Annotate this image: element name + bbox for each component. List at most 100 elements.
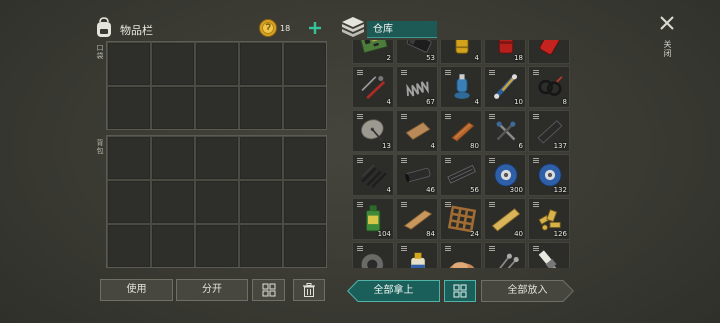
pocket-grid	[106, 41, 327, 130]
stack-icon	[401, 158, 407, 163]
pocket-slot[interactable]	[152, 87, 194, 129]
storage-item-slot[interactable]: 4	[396, 110, 438, 152]
storage-item-slot[interactable]	[528, 40, 570, 64]
stack-icon	[533, 114, 539, 119]
storage-item-slot[interactable]: 137	[528, 110, 570, 152]
pocket-slot[interactable]	[152, 43, 194, 85]
storage-item-slot[interactable]: 67	[396, 66, 438, 108]
pocket-slot[interactable]	[240, 87, 282, 129]
sort-button[interactable]	[252, 279, 285, 301]
storage-item-slot[interactable]: 4	[352, 154, 394, 196]
item-count: 84	[426, 230, 435, 238]
item-count: 104	[377, 230, 391, 238]
storage-title: 仓库	[367, 21, 437, 38]
storage-grid[interactable]: 2 53 4 18 4 67 4 10 8 13 4 80 6 137 4 46 56 300 132 104 84 24…	[350, 40, 572, 268]
item-count: 8	[562, 98, 567, 106]
pocket-slot[interactable]	[196, 87, 238, 129]
backpack-slot[interactable]	[196, 225, 238, 267]
item-count: 6	[518, 142, 523, 150]
storage-item-slot[interactable]: 2	[352, 40, 394, 64]
stack-icon	[357, 158, 363, 163]
coin-count: 18	[280, 24, 291, 33]
split-button[interactable]: 分开	[176, 279, 248, 301]
storage-item-slot[interactable]: 18	[484, 40, 526, 64]
storage-item-slot[interactable]: 10	[484, 66, 526, 108]
take-all-button[interactable]: 全部拿上	[347, 280, 440, 302]
close-label[interactable]: 关闭	[662, 40, 672, 58]
put-all-button[interactable]: 全部放入	[481, 280, 574, 302]
pocket-slot[interactable]	[108, 43, 150, 85]
close-icon[interactable]	[659, 15, 675, 31]
pocket-slot[interactable]	[284, 43, 326, 85]
backpack-slot[interactable]	[240, 181, 282, 223]
backpack-slot[interactable]	[196, 181, 238, 223]
item-count: 137	[553, 142, 567, 150]
stack-icon	[401, 246, 407, 251]
item-count: 4	[386, 98, 391, 106]
item-count: 80	[470, 142, 479, 150]
stack-icon	[445, 158, 451, 163]
pocket-slot[interactable]	[284, 87, 326, 129]
item-count: 4	[474, 98, 479, 106]
storage-item-slot[interactable]	[440, 242, 482, 268]
pocket-slot[interactable]	[240, 43, 282, 85]
storage-item-slot[interactable]: 126	[528, 198, 570, 240]
use-button[interactable]: 使用	[100, 279, 173, 301]
item-count: 132	[553, 186, 567, 194]
item-count: 67	[426, 98, 435, 106]
discard-button[interactable]	[293, 279, 325, 301]
pocket-label: 口袋	[96, 44, 104, 60]
inventory-screen: 物品栏 18 口袋 背包 使用 分开 仓库 2 53 4 18 4 67 4 1…	[0, 0, 720, 323]
storage-item-slot[interactable]: 300	[484, 154, 526, 196]
backpack-slot[interactable]	[108, 181, 150, 223]
stack-icon	[489, 114, 495, 119]
trash-icon	[303, 283, 315, 297]
stack-icon	[445, 202, 451, 207]
storage-item-slot[interactable]: 4	[352, 66, 394, 108]
stack-icon	[357, 70, 363, 75]
storage-item-slot[interactable]	[528, 242, 570, 268]
plus-icon[interactable]	[308, 21, 322, 35]
item-count: 4	[474, 54, 479, 62]
backpack-slot[interactable]	[240, 225, 282, 267]
storage-item-slot[interactable]: 80	[440, 110, 482, 152]
backpack-slot[interactable]	[108, 137, 150, 179]
storage-sort-button[interactable]	[444, 280, 476, 302]
storage-item-slot[interactable]: 40	[484, 198, 526, 240]
storage-item-slot[interactable]: 24	[440, 198, 482, 240]
pocket-slot[interactable]	[108, 87, 150, 129]
backpack-slot[interactable]	[152, 181, 194, 223]
storage-item-slot[interactable]: 13	[352, 110, 394, 152]
storage-item-slot[interactable]	[484, 242, 526, 268]
storage-item-slot[interactable]	[396, 242, 438, 268]
storage-item-slot[interactable]: 46	[396, 154, 438, 196]
backpack-slot[interactable]	[108, 225, 150, 267]
item-count: 24	[470, 230, 479, 238]
stack-icon	[533, 158, 539, 163]
item-count: 40	[514, 230, 523, 238]
backpack-label: 背包	[96, 139, 104, 155]
backpack-slot[interactable]	[152, 225, 194, 267]
backpack-slot[interactable]	[196, 137, 238, 179]
backpack-slot[interactable]	[284, 137, 326, 179]
item-count: 13	[382, 142, 391, 150]
storage-item-slot[interactable]: 6	[484, 110, 526, 152]
storage-item-slot[interactable]: 4	[440, 40, 482, 64]
backpack-slot[interactable]	[152, 137, 194, 179]
storage-item-slot[interactable]: 53	[396, 40, 438, 64]
storage-item-slot[interactable]: 4	[440, 66, 482, 108]
pocket-slot[interactable]	[196, 43, 238, 85]
backpack-slot[interactable]	[284, 225, 326, 267]
storage-item-slot[interactable]: 84	[396, 198, 438, 240]
item-count: 300	[509, 186, 523, 194]
storage-item-slot[interactable]: 132	[528, 154, 570, 196]
stack-icon	[489, 246, 495, 251]
backpack-slot[interactable]	[284, 181, 326, 223]
storage-item-slot[interactable]: 104	[352, 198, 394, 240]
storage-item-slot[interactable]: 56	[440, 154, 482, 196]
backpack-slot[interactable]	[240, 137, 282, 179]
storage-item-slot[interactable]: 8	[528, 66, 570, 108]
stack-icon	[489, 158, 495, 163]
grid-icon	[453, 284, 467, 298]
storage-item-slot[interactable]	[352, 242, 394, 268]
